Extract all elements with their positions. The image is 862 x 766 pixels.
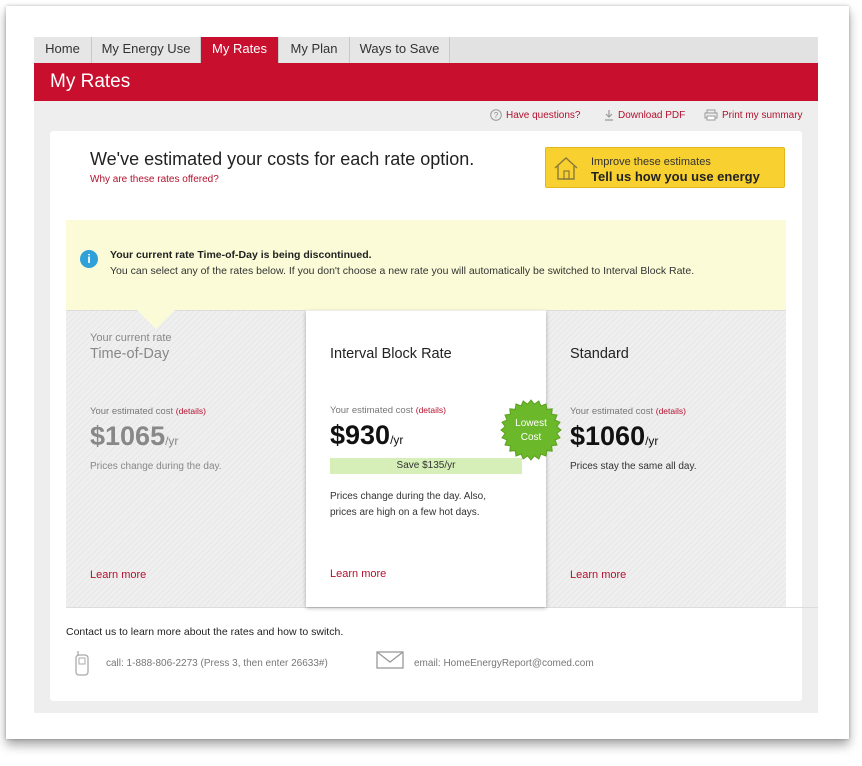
rate-description: Prices change during the day. <box>90 461 222 472</box>
download-pdf-link[interactable]: Download PDF <box>604 107 685 123</box>
rates-card: We've estimated your costs for each rate… <box>50 131 818 701</box>
improve-estimates-button[interactable]: Improve these estimates Tell us how you … <box>545 147 785 188</box>
improve-line2: Tell us how you use energy <box>591 169 760 184</box>
print-summary-link[interactable]: Print my summary <box>704 107 803 123</box>
printer-icon <box>704 109 718 121</box>
lowest-cost-badge: Lowest Cost <box>500 399 562 461</box>
badge-line-1: Lowest <box>515 418 547 429</box>
rate-name: Standard <box>570 346 629 362</box>
tab-my-rates[interactable]: My Rates <box>201 37 279 63</box>
details-link[interactable]: (details) <box>416 405 446 415</box>
badge-line-2: Cost <box>520 432 542 443</box>
savings-badge: Save $135/yr <box>330 458 522 474</box>
tab-my-energy-use[interactable]: My Energy Use <box>92 37 201 63</box>
price-unit: /yr <box>165 434 179 448</box>
why-rates-link[interactable]: Why are these rates offered? <box>90 174 219 185</box>
notice-title: Your current rate Time-of-Day is being d… <box>110 249 372 261</box>
description-line-2: prices are high on a few hot days. <box>330 507 480 518</box>
app-window: Home My Energy Use My Rates My Plan Ways… <box>34 37 818 713</box>
print-summary-label: Print my summary <box>722 109 803 121</box>
learn-more-link[interactable]: Learn more <box>90 569 146 581</box>
price-value: $1065 <box>90 421 166 451</box>
mail-icon <box>376 651 404 669</box>
tab-home[interactable]: Home <box>34 37 92 63</box>
rate-column-standard: Standard Your estimated cost (details) $… <box>546 310 786 607</box>
estimated-cost-text: Your estimated cost <box>570 406 654 417</box>
current-rate-pointer <box>136 309 176 329</box>
tab-bar: Home My Energy Use My Rates My Plan Ways… <box>34 37 818 63</box>
have-questions-link[interactable]: ? Have questions? <box>490 107 581 123</box>
phone-icon <box>75 651 89 676</box>
learn-more-link[interactable]: Learn more <box>570 569 626 581</box>
contact-heading: Contact us to learn more about the rates… <box>66 626 344 638</box>
tab-my-plan[interactable]: My Plan <box>279 37 350 63</box>
estimate-headline: We've estimated your costs for each rate… <box>90 149 475 169</box>
estimated-cost-label: Your estimated cost (details) <box>90 406 206 417</box>
current-rate-label: Your current rate <box>90 332 172 344</box>
price-value: $930 <box>330 420 391 450</box>
have-questions-label: Have questions? <box>506 109 581 121</box>
learn-more-link[interactable]: Learn more <box>330 568 386 580</box>
question-icon: ? <box>490 109 502 121</box>
discontinued-notice: i Your current rate Time-of-Day is being… <box>66 220 786 310</box>
rate-price: $1065/yr <box>90 421 178 452</box>
rate-column-current: Your current rate Time-of-Day Your estim… <box>66 310 306 607</box>
price-unit: /yr <box>645 434 659 448</box>
badge-text: Lowest Cost <box>500 417 562 445</box>
tab-ways-to-save[interactable]: Ways to Save <box>350 37 450 63</box>
price-value: $1060 <box>570 421 646 451</box>
email-address[interactable]: email: HomeEnergyReport@comed.com <box>414 658 594 669</box>
details-link[interactable]: (details) <box>176 406 206 416</box>
rate-name: Time-of-Day <box>90 346 170 362</box>
improve-line1: Improve these estimates <box>591 156 711 168</box>
estimated-cost-label: Your estimated cost (details) <box>570 406 686 417</box>
rate-description: Prices stay the same all day. <box>570 461 697 472</box>
svg-text:?: ? <box>494 111 499 120</box>
section-divider <box>66 607 818 608</box>
estimated-cost-text: Your estimated cost <box>330 405 414 416</box>
details-link[interactable]: (details) <box>656 406 686 416</box>
house-icon <box>554 157 578 180</box>
info-icon: i <box>80 250 98 268</box>
rate-price: $1060/yr <box>570 421 658 452</box>
phone-number[interactable]: call: 1-888-806-2273 (Press 3, then ente… <box>106 658 328 669</box>
download-icon <box>605 110 613 121</box>
page-header: My Rates <box>34 63 818 101</box>
rate-name: Interval Block Rate <box>330 346 452 362</box>
rate-price: $930/yr <box>330 420 403 451</box>
page-title: My Rates <box>50 71 131 92</box>
description-line-1: Prices change during the day. Also, <box>330 491 487 502</box>
download-pdf-label: Download PDF <box>618 109 686 121</box>
price-unit: /yr <box>390 433 404 447</box>
estimated-cost-text: Your estimated cost <box>90 406 174 417</box>
notice-body: You can select any of the rates below. I… <box>110 265 695 277</box>
estimated-cost-label: Your estimated cost (details) <box>330 405 446 416</box>
rate-description: Prices change during the day. Also, price… <box>330 489 486 521</box>
